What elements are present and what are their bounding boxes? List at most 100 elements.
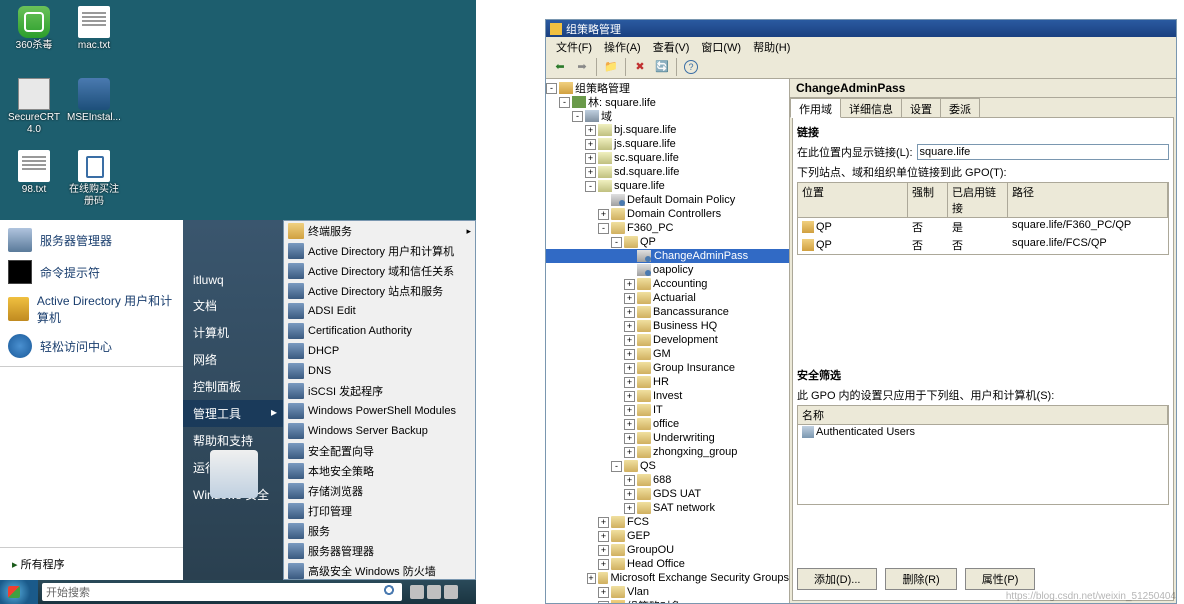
tree-node-sc.square.life[interactable]: +sc.square.life bbox=[546, 151, 789, 165]
admin-tool-安全配置向导[interactable]: 安全配置向导 bbox=[284, 441, 475, 461]
desktop-icon-98.txt[interactable]: 98.txt bbox=[6, 150, 62, 196]
admin-tool-高级安全 Windows 防火墙[interactable]: 高级安全 Windows 防火墙 bbox=[284, 561, 475, 580]
tree-node-Actuarial[interactable]: +Actuarial bbox=[546, 291, 789, 305]
tree-node-bj.square.life[interactable]: +bj.square.life bbox=[546, 123, 789, 137]
desktop-icon-在线购买注册码[interactable]: 在线购买注册码 bbox=[66, 150, 122, 208]
button-添加(D)...[interactable]: 添加(D)... bbox=[797, 568, 877, 590]
tree-node-Underwriting[interactable]: +Underwriting bbox=[546, 431, 789, 445]
desktop-icon-MSEInstal...[interactable]: MSEInstal... bbox=[66, 78, 122, 124]
filter-table[interactable]: 名称 Authenticated Users bbox=[797, 405, 1169, 505]
tree-node-oapolicy[interactable]: oapolicy bbox=[546, 263, 789, 277]
tree-node-GDS UAT[interactable]: +GDS UAT bbox=[546, 487, 789, 501]
start-pinned-服务器管理器[interactable]: 服务器管理器 bbox=[0, 224, 183, 256]
help-button[interactable] bbox=[681, 57, 701, 77]
start-right-控制面板[interactable]: 控制面板 bbox=[183, 373, 283, 400]
menu-文件(F)[interactable]: 文件(F) bbox=[550, 37, 598, 55]
start-search-input[interactable]: 开始搜索 bbox=[42, 583, 402, 601]
admin-tool-存储浏览器[interactable]: 存储浏览器 bbox=[284, 481, 475, 501]
tree-node-FCS[interactable]: +FCS bbox=[546, 515, 789, 529]
tab-委派[interactable]: 委派 bbox=[940, 98, 980, 118]
button-属性(P)[interactable]: 属性(P) bbox=[965, 568, 1036, 590]
tree-node-Development[interactable]: +Development bbox=[546, 333, 789, 347]
start-button[interactable] bbox=[0, 580, 38, 604]
admin-tool-iSCSI 发起程序[interactable]: iSCSI 发起程序 bbox=[284, 381, 475, 401]
admin-tool-服务[interactable]: 服务 bbox=[284, 521, 475, 541]
tree-node-square.life[interactable]: -square.life bbox=[546, 179, 789, 193]
tree-node-域[interactable]: -域 bbox=[546, 109, 789, 123]
tree-node-js.square.life[interactable]: +js.square.life bbox=[546, 137, 789, 151]
tree-node-Domain Controllers[interactable]: +Domain Controllers bbox=[546, 207, 789, 221]
tree-node-sd.square.life[interactable]: +sd.square.life bbox=[546, 165, 789, 179]
system-tray[interactable] bbox=[406, 580, 476, 604]
gpmc-tree[interactable]: -组策略管理-林: square.life-域+bj.square.life+j… bbox=[546, 79, 790, 603]
desktop-icon-SecureCRT 4.0[interactable]: SecureCRT 4.0 bbox=[6, 78, 62, 136]
start-right-计算机[interactable]: 计算机 bbox=[183, 319, 283, 346]
tree-node-F360_PC[interactable]: -F360_PC bbox=[546, 221, 789, 235]
tree-node-SAT network[interactable]: +SAT network bbox=[546, 501, 789, 515]
tree-node-ChangeAdminPass[interactable]: ChangeAdminPass bbox=[546, 249, 789, 263]
admin-tool-ADSI Edit[interactable]: ADSI Edit bbox=[284, 301, 475, 321]
tree-node-Invest[interactable]: +Invest bbox=[546, 389, 789, 403]
admin-tool-DNS[interactable]: DNS bbox=[284, 361, 475, 381]
tree-node-zhongxing_group[interactable]: +zhongxing_group bbox=[546, 445, 789, 459]
start-right-管理工具[interactable]: 管理工具 bbox=[183, 400, 283, 427]
up-button[interactable] bbox=[601, 57, 621, 77]
admin-tool-Windows PowerShell Modules[interactable]: Windows PowerShell Modules bbox=[284, 401, 475, 421]
start-pinned-Active Directory 用户和计算机[interactable]: Active Directory 用户和计算机 bbox=[0, 288, 183, 330]
tree-node-Group Insurance[interactable]: +Group Insurance bbox=[546, 361, 789, 375]
admin-tool-Certification Authority[interactable]: Certification Authority bbox=[284, 321, 475, 341]
tree-node-HR[interactable]: +HR bbox=[546, 375, 789, 389]
delete-button[interactable] bbox=[630, 57, 650, 77]
back-button[interactable] bbox=[550, 57, 570, 77]
links-row[interactable]: QP否否square.life/FCS/QP bbox=[798, 236, 1168, 254]
start-right-网络[interactable]: 网络 bbox=[183, 346, 283, 373]
admin-tool-DHCP[interactable]: DHCP bbox=[284, 341, 475, 361]
menu-操作(A)[interactable]: 操作(A) bbox=[598, 37, 647, 55]
menu-查看(V)[interactable]: 查看(V) bbox=[647, 37, 696, 55]
links-table[interactable]: 位置强制已启用链接路径 QP否是square.life/F360_PC/QPQP… bbox=[797, 182, 1169, 255]
tree-node-QP[interactable]: -QP bbox=[546, 235, 789, 249]
admin-tool-本地安全策略[interactable]: 本地安全策略 bbox=[284, 461, 475, 481]
start-right-itluwq[interactable]: itluwq bbox=[183, 268, 283, 292]
tree-node-Accounting[interactable]: +Accounting bbox=[546, 277, 789, 291]
tree-node-office[interactable]: +office bbox=[546, 417, 789, 431]
admin-tool-打印管理[interactable]: 打印管理 bbox=[284, 501, 475, 521]
menu-帮助(H)[interactable]: 帮助(H) bbox=[747, 37, 796, 55]
menu-窗口(W)[interactable]: 窗口(W) bbox=[695, 37, 747, 55]
refresh-button[interactable] bbox=[652, 57, 672, 77]
tree-node-688[interactable]: +688 bbox=[546, 473, 789, 487]
start-right-文档[interactable]: 文档 bbox=[183, 292, 283, 319]
tree-node-林: square.life[interactable]: -林: square.life bbox=[546, 95, 789, 109]
admin-tool-服务器管理器[interactable]: 服务器管理器 bbox=[284, 541, 475, 561]
all-programs[interactable]: 所有程序 bbox=[0, 547, 183, 580]
start-pinned-命令提示符[interactable]: 命令提示符 bbox=[0, 256, 183, 288]
admin-tool-Active Directory 站点和服务[interactable]: Active Directory 站点和服务 bbox=[284, 281, 475, 301]
admin-tool-Windows Server Backup[interactable]: Windows Server Backup bbox=[284, 421, 475, 441]
desktop-icon-360杀毒[interactable]: 360杀毒 bbox=[6, 6, 62, 52]
desktop-icon-mac.txt[interactable]: mac.txt bbox=[66, 6, 122, 52]
admin-tool-终端服务[interactable]: 终端服务 bbox=[284, 221, 475, 241]
button-删除(R)[interactable]: 删除(R) bbox=[885, 568, 956, 590]
tab-作用域[interactable]: 作用域 bbox=[790, 98, 841, 118]
admin-tool-Active Directory 用户和计算机[interactable]: Active Directory 用户和计算机 bbox=[284, 241, 475, 261]
start-pinned-轻松访问中心[interactable]: 轻松访问中心 bbox=[0, 330, 183, 362]
tab-设置[interactable]: 设置 bbox=[901, 98, 941, 118]
tree-node-Business HQ[interactable]: +Business HQ bbox=[546, 319, 789, 333]
tree-node-Bancassurance[interactable]: +Bancassurance bbox=[546, 305, 789, 319]
tree-node-GM[interactable]: +GM bbox=[546, 347, 789, 361]
tree-node-QS[interactable]: -QS bbox=[546, 459, 789, 473]
tree-node-组策略管理[interactable]: -组策略管理 bbox=[546, 81, 789, 95]
tree-node-Microsoft Exchange Security Groups[interactable]: +Microsoft Exchange Security Groups bbox=[546, 571, 789, 585]
tree-node-GEP[interactable]: +GEP bbox=[546, 529, 789, 543]
tree-node-Head Office[interactable]: +Head Office bbox=[546, 557, 789, 571]
tree-node-Default Domain Policy[interactable]: Default Domain Policy bbox=[546, 193, 789, 207]
admin-tool-Active Directory 域和信任关系[interactable]: Active Directory 域和信任关系 bbox=[284, 261, 475, 281]
location-input[interactable] bbox=[917, 144, 1170, 160]
tree-node-GroupOU[interactable]: +GroupOU bbox=[546, 543, 789, 557]
gpmc-titlebar[interactable]: 组策略管理 bbox=[546, 20, 1176, 37]
tree-node-IT[interactable]: +IT bbox=[546, 403, 789, 417]
tree-node-组策略对象[interactable]: -组策略对象 bbox=[546, 599, 789, 603]
tab-详细信息[interactable]: 详细信息 bbox=[840, 98, 902, 118]
links-row[interactable]: QP否是square.life/F360_PC/QP bbox=[798, 218, 1168, 236]
filter-row[interactable]: Authenticated Users bbox=[798, 425, 1168, 439]
